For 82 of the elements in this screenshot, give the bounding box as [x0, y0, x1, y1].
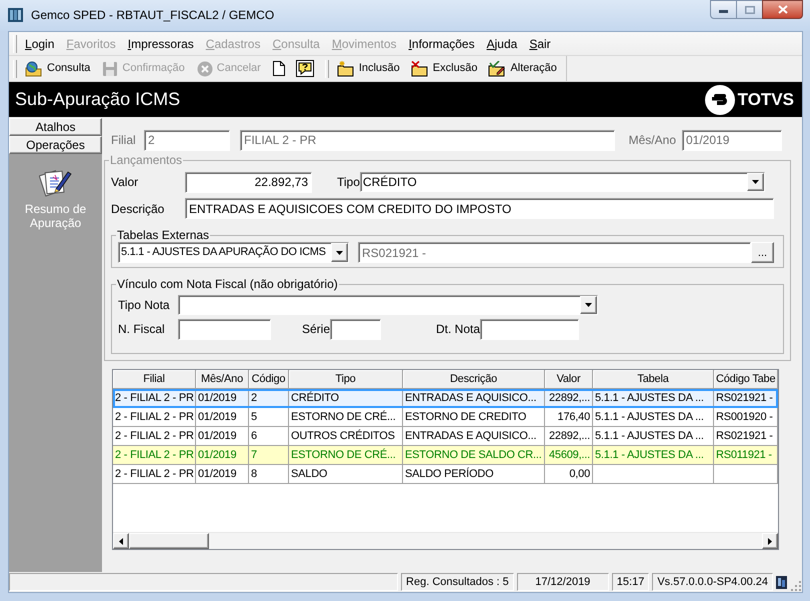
input-field[interactable] [178, 318, 271, 340]
small-app-icon [776, 576, 787, 588]
menu-item[interactable]: Sair [523, 34, 557, 52]
table-row[interactable]: 2 - FILIAL 2 - PR 01/2019 2 CRÉDITO ENTRADAS E AQUISICO... 22892,... 5.1.1 - AJUSTES DA ... RS021921 - [113, 389, 778, 408]
column-header[interactable]: Código [249, 370, 289, 389]
logo-text: TOTVS [738, 90, 794, 110]
menu-item[interactable]: Ajuda [480, 34, 524, 52]
group-title: Vínculo com Nota Fiscal (não obrigatório) [116, 278, 339, 291]
field-label: Tipo Nota [118, 297, 171, 314]
status-panel: Reg. Consultados : 5 [401, 573, 514, 591]
resize-grip-icon [790, 580, 801, 591]
sidebar-tab[interactable]: Atalhos [9, 118, 102, 136]
column-header[interactable]: Tipo [289, 370, 403, 389]
select-field[interactable] [178, 295, 598, 315]
column-header[interactable]: Mês/Ano [196, 370, 249, 389]
group-title: Tabelas Externas [116, 229, 210, 242]
close-button[interactable] [762, 0, 803, 19]
toolbar-button[interactable]: Exclusão [408, 58, 480, 80]
dropdown-button[interactable] [746, 173, 764, 191]
input-field[interactable] [330, 318, 382, 340]
close-icon [778, 5, 788, 14]
scrollbar-thumb[interactable] [129, 533, 209, 549]
folder-pencil-icon [488, 60, 506, 76]
document-icon [272, 61, 285, 76]
scroll-right-button[interactable] [762, 533, 778, 549]
dropdown-button[interactable] [331, 243, 348, 262]
field-label: N. Fiscal [118, 321, 166, 338]
table-row[interactable]: 2 - FILIAL 2 - PR 01/2019 6 OUTROS CRÉDITOS ENTRADAS E AQUISICO... 22892,... 5.1.1 - AJUSTES DA ... RS021921 - [113, 427, 778, 446]
toolbar-button[interactable]: Inclusão [334, 58, 403, 80]
caret-down-icon [752, 180, 759, 184]
x-circle-icon [196, 60, 213, 76]
field-label: Filial [111, 132, 137, 149]
scroll-left-button[interactable] [113, 533, 129, 549]
menu-item[interactable]: Impressoras [122, 34, 200, 52]
table-row[interactable]: 2 - FILIAL 2 - PR 01/2019 5 ESTORNO DE CRÉ... ESTORNO DE CREDITO 176,40 5.1.1 - AJUSTES DA ... RS001920 - [113, 408, 778, 427]
table-cell: 2 - FILIAL 2 - PR [113, 465, 196, 484]
table-cell: SALDO [289, 465, 403, 484]
minimize-button[interactable] [710, 0, 737, 19]
field-label: Descrição [111, 200, 166, 218]
table-row[interactable]: 2 - FILIAL 2 - PR 01/2019 7 ESTORNO DE CRÉ... ESTORNO DE SALDO CR... 45609,... 5.1.1 - AJUSTES DA ... RS011921 - [113, 446, 778, 465]
field-label: Dt. Nota [436, 322, 480, 336]
status-panel: 15:17 [612, 573, 650, 591]
field-label: Tipo [337, 175, 360, 189]
folder-sparkle-icon [336, 60, 355, 76]
maximize-icon [744, 6, 754, 14]
input-field[interactable] [480, 318, 580, 340]
table-cell: 01/2019 [196, 465, 249, 484]
help-icon [296, 60, 314, 77]
toolbar-button[interactable]: Alteração [485, 58, 560, 80]
logo-icon [704, 84, 735, 114]
caret-right-icon [768, 538, 772, 544]
table-cell: 8 [249, 465, 289, 484]
app-icon [8, 7, 23, 23]
column-header[interactable]: Descrição [403, 370, 545, 389]
menu-item[interactable]: Informações [402, 34, 481, 52]
table-row[interactable]: 2 - FILIAL 2 - PR 01/2019 8 SALDO SALDO PERÍODO 0,00 [113, 465, 778, 484]
field-label: Valor [111, 174, 140, 191]
page-title: Sub-Apuração ICMS [15, 88, 180, 111]
minimize-icon [719, 10, 728, 13]
caret-left-icon [119, 538, 123, 544]
column-header[interactable]: Valor [545, 370, 593, 389]
caret-down-icon [336, 250, 343, 254]
field-label: Série [302, 322, 330, 336]
field-label: Mês/Ano [628, 133, 676, 147]
column-header[interactable]: Filial [113, 370, 196, 389]
folder-x-icon [410, 60, 429, 76]
status-panel: Vs.57.0.0.0-SP4.00.24 [652, 573, 773, 591]
sidebar-tab[interactable]: Operações [9, 136, 102, 154]
group-title: Lançamentos [109, 154, 184, 167]
column-header[interactable]: Tabela [593, 370, 714, 389]
toolbar-button[interactable]: Consulta [22, 58, 94, 80]
column-header[interactable]: Código Tabe [714, 370, 778, 389]
window-title: Gemco SPED - RBTAUT_FISCAL2 / GEMCO [31, 7, 274, 24]
table-cell: 0,00 [545, 465, 593, 484]
globe-folder-icon [25, 60, 43, 76]
table-cell: SALDO PERÍODO [403, 465, 545, 484]
horizontal-scrollbar[interactable] [113, 532, 778, 549]
caret-down-icon [585, 303, 592, 307]
status-panel: 17/12/2019 [516, 573, 609, 591]
menu-item[interactable]: Login [19, 34, 60, 52]
help-button[interactable] [294, 58, 316, 80]
dropdown-button[interactable] [580, 296, 597, 314]
